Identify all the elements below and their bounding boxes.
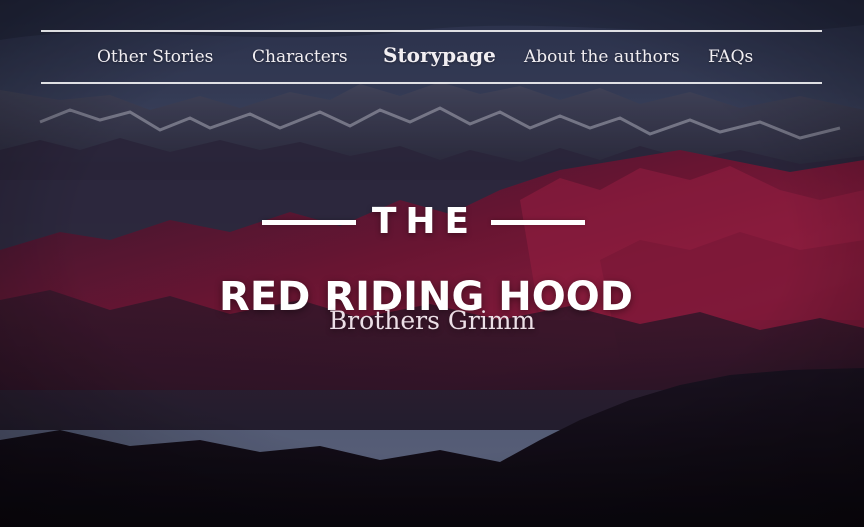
main-navigation: Other Stories Characters Storypage About… [41,30,822,84]
nav-item-about-authors[interactable]: About the authors [524,32,680,82]
nav-item-other-stories[interactable]: Other Stories [97,32,213,82]
nav-item-faqs[interactable]: FAQs [708,32,753,82]
nav-item-characters[interactable]: Characters [252,32,348,82]
nav-item-storypage[interactable]: Storypage [383,32,496,82]
